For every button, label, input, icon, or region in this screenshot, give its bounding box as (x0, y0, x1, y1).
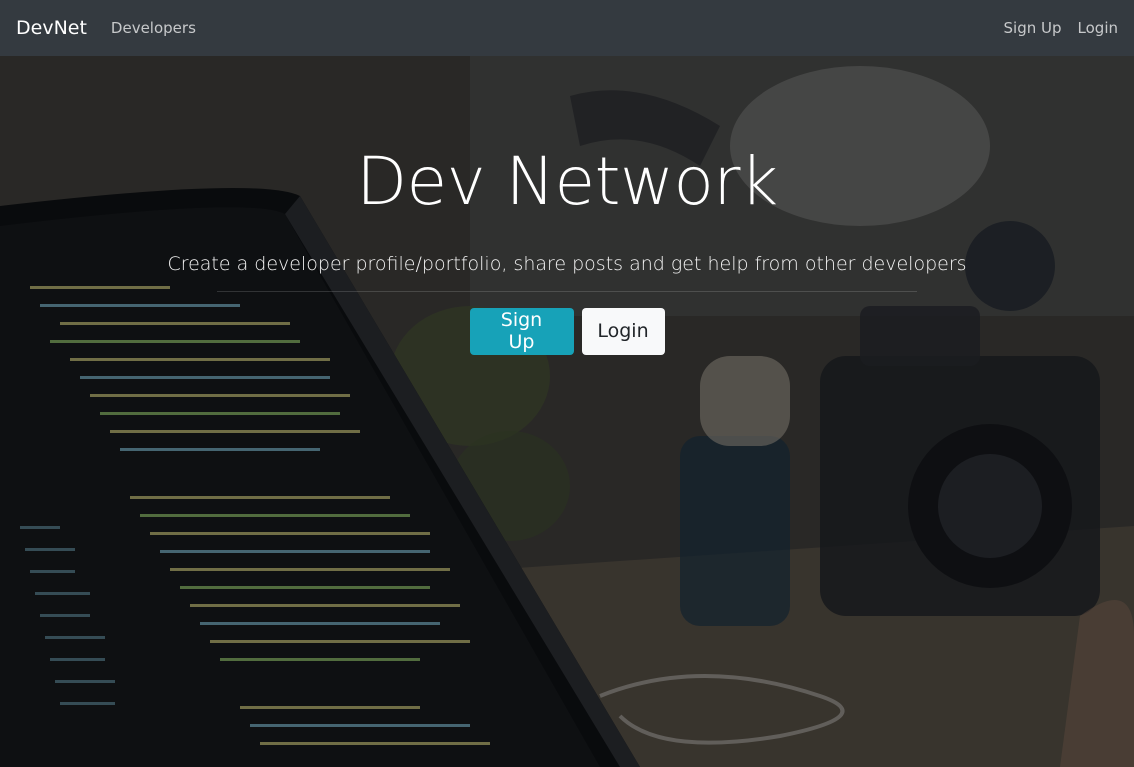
hero: Dev Network Create a developer profile/p… (0, 56, 1134, 355)
navbar-right: Sign Up Login (1004, 19, 1118, 37)
nav-link-sign-up[interactable]: Sign Up (1004, 19, 1062, 37)
navbar: DevNet Developers Sign Up Login (0, 0, 1134, 56)
nav-link-developers[interactable]: Developers (111, 19, 196, 37)
login-button[interactable]: Login (581, 307, 665, 355)
hero-lead: Create a developer profile/portfolio, sh… (167, 252, 967, 275)
hero-buttons: Sign Up Login (0, 307, 1134, 355)
hero-title: Dev Network (356, 143, 778, 220)
sign-up-button[interactable]: Sign Up (469, 307, 574, 355)
navbar-left: DevNet Developers (16, 17, 196, 39)
hero-divider (217, 290, 917, 292)
nav-link-login[interactable]: Login (1078, 19, 1118, 37)
brand-link[interactable]: DevNet (16, 17, 87, 39)
